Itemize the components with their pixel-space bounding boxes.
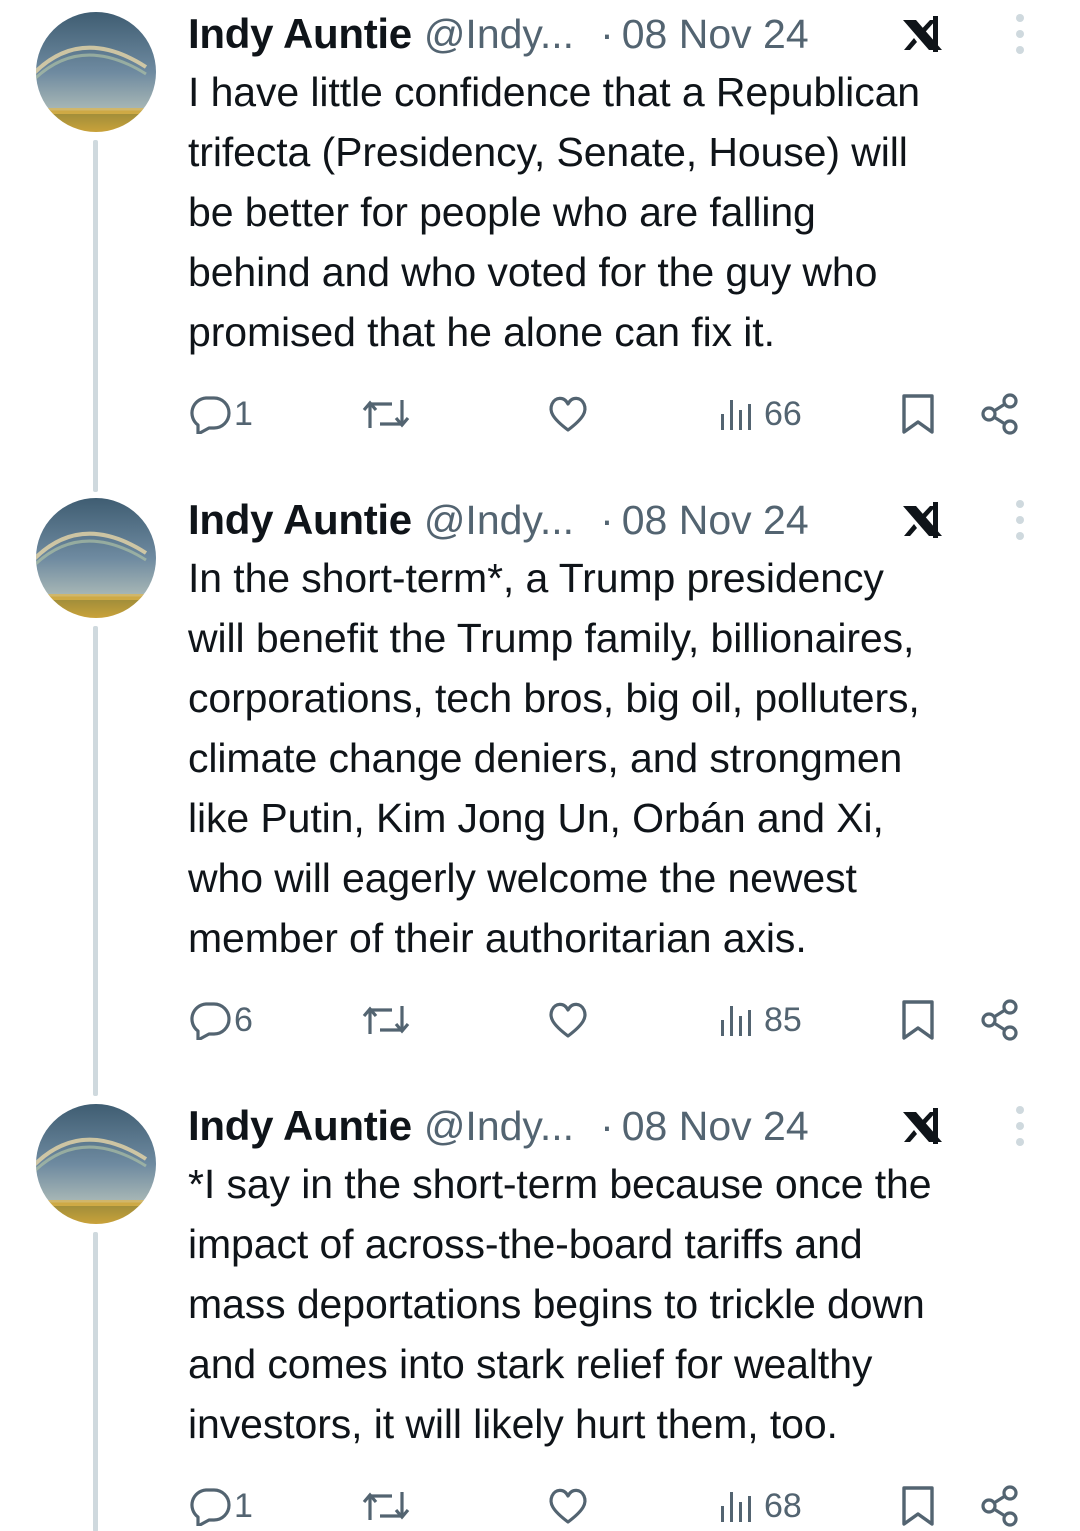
reply-icon: [190, 1488, 231, 1526]
bookmark-icon: [902, 394, 934, 434]
share-button[interactable]: [978, 384, 1022, 444]
bookmark-button[interactable]: [898, 384, 938, 444]
bookmark-icon: [902, 1000, 934, 1040]
like-button[interactable]: [546, 990, 590, 1050]
tweet-text-line: investors, it will likely hurt them, too…: [188, 1401, 838, 1447]
grok-x-icon[interactable]: [900, 500, 946, 540]
tweet-text-line: behind and who voted for the guy who: [188, 249, 878, 295]
author-handle[interactable]: @Indy...: [424, 11, 574, 58]
views-button[interactable]: 85: [718, 990, 802, 1050]
share-button[interactable]: [978, 1476, 1022, 1531]
repost-icon: [362, 1006, 410, 1034]
tweet-text-line: climate change deniers, and strongmen: [188, 735, 903, 781]
tweet-text-line: I have little confidence that a Republic…: [188, 69, 920, 115]
tweet[interactable]: Indy Auntie @Indy... · 08 Nov 24 I have …: [0, 0, 1080, 492]
views-icon: [721, 1492, 751, 1522]
views-count: 85: [764, 1000, 802, 1039]
share-icon: [981, 999, 1018, 1041]
tweet-text-line: trifecta (Presidency, Senate, House) wil…: [188, 129, 908, 175]
bookmark-button[interactable]: [898, 990, 938, 1050]
tweet-text-line: corporations, tech bros, big oil, pollut…: [188, 675, 920, 721]
tweet-header: Indy Auntie @Indy... · 08 Nov 24: [188, 1094, 1048, 1158]
tweet-header: Indy Auntie @Indy... · 08 Nov 24: [188, 2, 1048, 66]
thread-line: [93, 1232, 98, 1531]
reply-button[interactable]: 6: [188, 990, 253, 1050]
author-name[interactable]: Indy Auntie: [188, 496, 412, 544]
repost-button[interactable]: [360, 1476, 412, 1531]
views-count: 68: [764, 1486, 802, 1525]
repost-button[interactable]: [360, 990, 412, 1050]
tweet-date[interactable]: 08 Nov 24: [622, 11, 809, 58]
reply-icon: [190, 1002, 231, 1040]
share-button[interactable]: [978, 990, 1022, 1050]
reply-count: 1: [234, 1486, 253, 1525]
tweet-text-line: member of their authoritarian axis.: [188, 915, 807, 961]
more-icon[interactable]: [1008, 498, 1032, 542]
tweet-text-line: In the short-term*, a Trump presidency: [188, 555, 884, 601]
share-icon: [981, 1485, 1018, 1527]
repost-icon: [362, 1492, 410, 1520]
tweet[interactable]: Indy Auntie @Indy... · 08 Nov 24 *I say …: [0, 1092, 1080, 1531]
tweet-text-line: impact of across-the-board tariffs and: [188, 1221, 863, 1267]
views-count: 66: [764, 394, 802, 433]
grok-x-icon[interactable]: [900, 1106, 946, 1146]
action-bar: 6 85: [188, 990, 1038, 1050]
avatar[interactable]: [36, 1104, 156, 1224]
like-button[interactable]: [546, 1476, 590, 1531]
tweet-text-line: mass deportations begins to trickle down: [188, 1281, 925, 1327]
reply-button[interactable]: 1: [188, 384, 253, 444]
avatar[interactable]: [36, 498, 156, 618]
like-icon: [549, 1488, 587, 1524]
reply-count: 6: [234, 1000, 253, 1039]
author-name[interactable]: Indy Auntie: [188, 10, 412, 58]
tweet-text-line: and comes into stark relief for wealthy: [188, 1341, 873, 1387]
like-icon: [549, 396, 587, 432]
tweet-text-line: be better for people who are falling: [188, 189, 816, 235]
views-button[interactable]: 68: [718, 1476, 802, 1531]
reply-button[interactable]: 1: [188, 1476, 253, 1531]
more-icon[interactable]: [1008, 12, 1032, 56]
action-bar: 1 68: [188, 1476, 1038, 1531]
tweet[interactable]: Indy Auntie @Indy... · 08 Nov 24 In the …: [0, 486, 1080, 1096]
tweet-text: In the short-term*, a Trump presidency w…: [188, 548, 1048, 968]
like-icon: [549, 1002, 587, 1038]
tweet-text: I have little confidence that a Republic…: [188, 62, 1048, 362]
tweet-text-line: *I say in the short-term because once th…: [188, 1161, 932, 1207]
author-handle[interactable]: @Indy...: [424, 1103, 574, 1150]
action-bar: 1 66: [188, 384, 1038, 444]
thread-line: [93, 626, 98, 1096]
tweet-header: Indy Auntie @Indy... · 08 Nov 24: [188, 488, 1048, 552]
views-button[interactable]: 66: [718, 384, 802, 444]
views-icon: [721, 400, 751, 430]
like-button[interactable]: [546, 384, 590, 444]
share-icon: [981, 393, 1018, 435]
reply-icon: [190, 396, 231, 434]
tweet-text-line: promised that he alone can fix it.: [188, 309, 775, 355]
tweet-text-line: like Putin, Kim Jong Un, Orbán and Xi,: [188, 795, 884, 841]
avatar[interactable]: [36, 12, 156, 132]
separator: ·: [600, 496, 614, 543]
repost-icon: [362, 400, 410, 428]
tweet-text-line: will benefit the Trump family, billionai…: [188, 615, 915, 661]
author-name[interactable]: Indy Auntie: [188, 1102, 412, 1150]
separator: ·: [600, 10, 614, 57]
bookmark-icon: [902, 1486, 934, 1526]
reply-count: 1: [234, 394, 253, 433]
bookmark-button[interactable]: [898, 1476, 938, 1531]
views-icon: [721, 1006, 751, 1036]
tweet-text-line: who will eagerly welcome the newest: [188, 855, 857, 901]
tweet-text: *I say in the short-term because once th…: [188, 1154, 1048, 1454]
author-handle[interactable]: @Indy...: [424, 497, 574, 544]
tweet-date[interactable]: 08 Nov 24: [622, 1103, 809, 1150]
tweet-date[interactable]: 08 Nov 24: [622, 497, 809, 544]
thread-line: [93, 140, 98, 492]
grok-x-icon[interactable]: [900, 14, 946, 54]
separator: ·: [600, 1102, 614, 1149]
more-icon[interactable]: [1008, 1104, 1032, 1148]
repost-button[interactable]: [360, 384, 412, 444]
